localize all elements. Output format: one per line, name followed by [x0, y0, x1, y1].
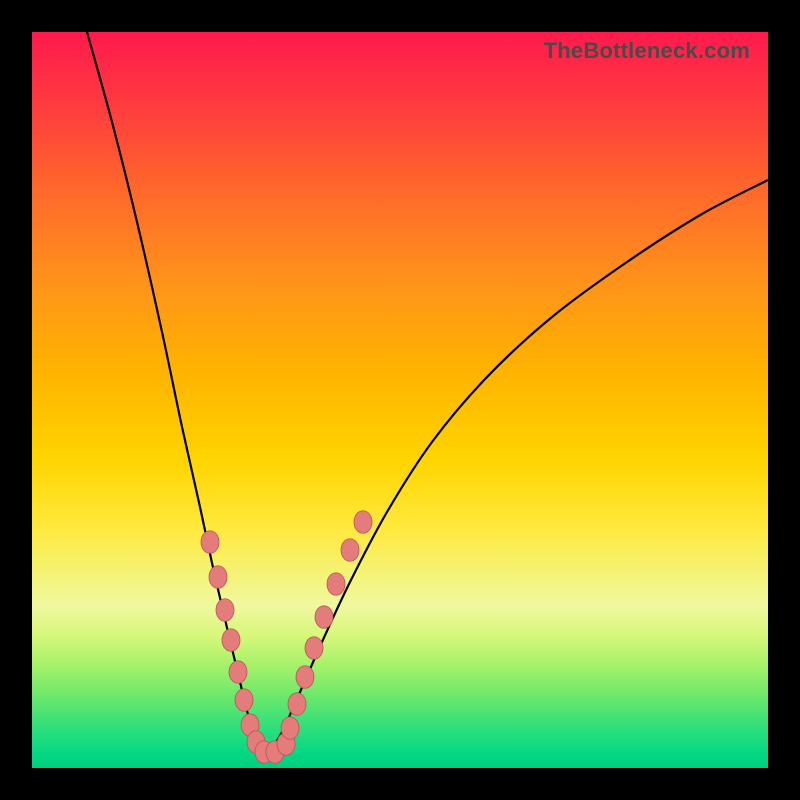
- marker-dot: [209, 566, 227, 589]
- marker-dot: [327, 573, 345, 596]
- marker-dot: [229, 661, 247, 684]
- marker-dot: [281, 717, 299, 740]
- marker-dot: [296, 666, 314, 689]
- plot-area: TheBottleneck.com: [32, 32, 768, 768]
- marker-dot: [222, 629, 240, 652]
- chart-frame: TheBottleneck.com: [0, 0, 800, 800]
- marker-dot: [201, 531, 219, 554]
- right-curve: [268, 180, 768, 754]
- marker-dot: [315, 606, 333, 629]
- chart-svg: [32, 32, 768, 768]
- marker-dot: [305, 637, 323, 660]
- marker-dot: [288, 693, 306, 716]
- marker-dot: [216, 599, 234, 622]
- marker-dots: [201, 511, 372, 764]
- marker-dot: [341, 539, 359, 562]
- marker-dot: [235, 689, 253, 712]
- marker-dot: [354, 511, 372, 534]
